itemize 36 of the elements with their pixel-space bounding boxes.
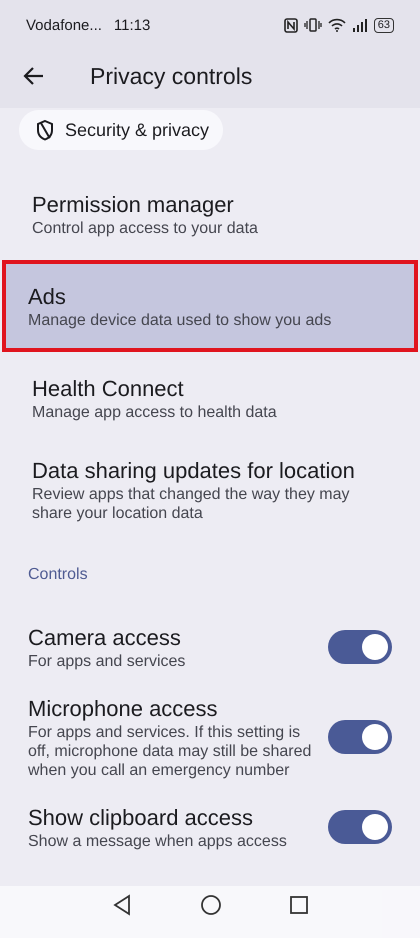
recents-icon[interactable]: [290, 896, 308, 914]
section-header: Controls: [27, 565, 89, 585]
signal-icon: [352, 18, 368, 32]
item-description: Control app access to your data: [32, 218, 259, 238]
carrier-name: Vodafone...: [26, 16, 102, 34]
toggle-switch[interactable]: [328, 720, 392, 754]
toggle-switch[interactable]: [328, 630, 392, 664]
item-title: Microphone access: [28, 694, 219, 722]
shield-icon: [35, 119, 55, 141]
item-description: Show a message when apps access: [28, 832, 288, 850]
settings-item[interactable]: Data sharing updates for location Review apps that changed the way they may share your location data: [0, 444, 420, 536]
item-description: For apps and services. If this setting is off, microphone data may still be shared when you call an emergency number: [28, 722, 312, 780]
home-icon[interactable]: [200, 894, 222, 916]
clock-time: 11:13: [114, 16, 150, 34]
settings-item[interactable]: Ads Manage device data used to show you ads: [2, 260, 418, 352]
item-description: Review apps that changed the way they may share your location data: [32, 485, 351, 523]
item-title: Ads: [28, 282, 67, 310]
toggle-switch[interactable]: [328, 810, 392, 844]
settings-item[interactable]: Health Connect Manage app access to health data: [0, 352, 420, 444]
item-title: Permission manager: [32, 190, 235, 218]
item-description: Manage device data used to show you ads: [28, 310, 332, 330]
breadcrumb-chip[interactable]: Security & privacy: [19, 110, 224, 150]
item-description: For apps and services: [28, 652, 186, 670]
item-title: Data sharing updates for location: [32, 457, 356, 485]
back-icon[interactable]: [112, 894, 132, 916]
back-arrow-icon[interactable]: [22, 66, 44, 86]
item-description: Manage app access to health data: [32, 402, 278, 422]
nfc-icon: [284, 18, 298, 32]
settings-item[interactable]: Permission manager Control app access to your data: [0, 168, 420, 260]
item-title: Show clipboard access: [28, 804, 254, 832]
item-title: Camera access: [28, 624, 182, 652]
vibrate-icon: [304, 18, 322, 32]
item-title: Health Connect: [32, 374, 185, 402]
wifi-icon: [328, 18, 346, 32]
battery-indicator: 63: [374, 18, 394, 32]
page-title: Privacy controls: [90, 62, 252, 90]
